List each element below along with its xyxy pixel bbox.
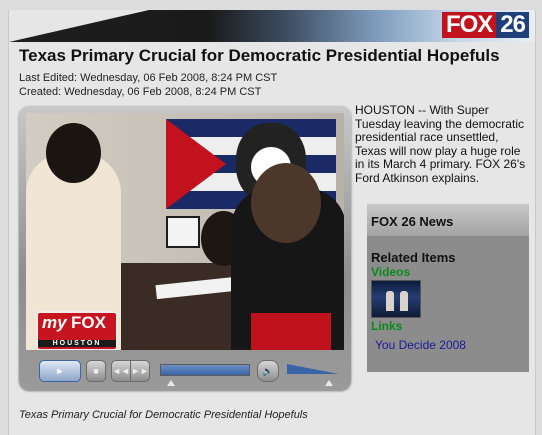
links-label: Links (371, 319, 403, 333)
rewind-icon: ◄◄ (112, 366, 130, 376)
video-scene-red-skirt (251, 313, 331, 350)
progress-bar[interactable] (160, 364, 250, 376)
related-video-thumbnail[interactable] (371, 280, 421, 318)
fast-forward-button[interactable]: ►► (130, 360, 150, 382)
logo-text: FOX (441, 12, 497, 38)
link-you-decide-2008[interactable]: You Decide 2008 (375, 338, 466, 352)
video-scene-picture-frame (166, 216, 200, 248)
video-caption: Texas Primary Crucial for Democratic Pre… (19, 409, 308, 421)
fox26-logo[interactable]: FOX 26 (441, 12, 529, 38)
video-frame[interactable]: my FOX HOUSTON (26, 113, 344, 350)
page-frame: FOX 26 Texas Primary Crucial for Democra… (8, 10, 536, 435)
related-sidebar: FOX 26 News Related Items Videos Links Y… (367, 204, 529, 372)
related-items-heading: Related Items (371, 250, 456, 265)
play-icon: ► (55, 366, 65, 376)
article-intro: HOUSTON -- With Super Tuesday leaving th… (355, 103, 526, 185)
logo-number: 26 (496, 12, 529, 38)
progress-thumb[interactable] (167, 380, 175, 386)
created-date: Created: Wednesday, 06 Feb 2008, 8:24 PM… (19, 86, 262, 98)
fast-forward-icon: ►► (131, 366, 149, 376)
header-bar-cut (9, 10, 149, 42)
play-button[interactable]: ► (39, 360, 81, 382)
badge-city: HOUSTON (38, 340, 116, 347)
player-controls: ► ■ ◄◄ ►► 🔊 (19, 354, 351, 390)
stop-icon: ■ (93, 366, 99, 376)
myfox-houston-badge: my FOX HOUSTON (36, 311, 118, 350)
last-edited-date: Last Edited: Wednesday, 06 Feb 2008, 8:2… (19, 72, 278, 84)
speaker-icon: 🔊 (262, 366, 274, 376)
videos-label: Videos (371, 265, 411, 279)
header-bar: FOX 26 (9, 10, 535, 42)
volume-button[interactable]: 🔊 (257, 360, 279, 382)
badge-my: my (42, 313, 67, 332)
badge-fox: FOX (71, 313, 106, 332)
volume-slider[interactable] (287, 364, 339, 374)
sidebar-title: FOX 26 News (367, 204, 529, 236)
stop-button[interactable]: ■ (86, 360, 106, 382)
video-player: my FOX HOUSTON ► ■ ◄◄ ►► 🔊 (19, 106, 351, 390)
rewind-button[interactable]: ◄◄ (111, 360, 131, 382)
volume-thumb[interactable] (325, 380, 333, 386)
article-headline: Texas Primary Crucial for Democratic Pre… (19, 46, 500, 65)
